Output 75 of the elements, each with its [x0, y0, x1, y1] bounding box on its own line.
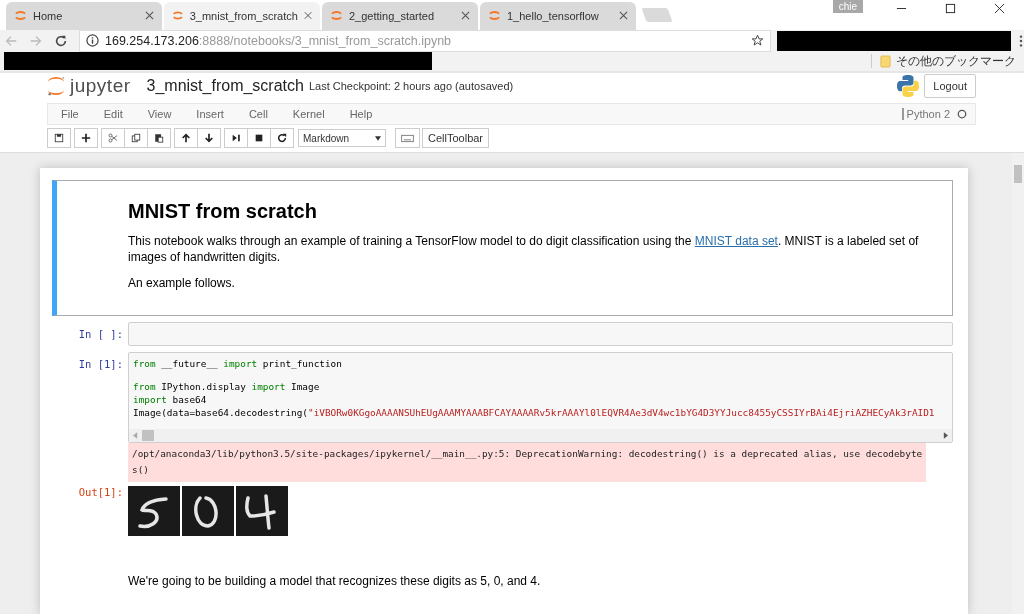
save-icon — [54, 133, 64, 143]
paragraph: An example follows. — [128, 275, 236, 291]
logout-button[interactable]: Logout — [924, 73, 976, 98]
star-icon[interactable] — [751, 34, 764, 48]
menu-item[interactable]: Insert — [196, 108, 224, 121]
warning-output: /opt/anaconda3/lib/python3.5/site-packages/ipykernel/__main__.py:5: DeprecationWarning: decodestring() is a deprecated alias, use decodebytes() — [128, 443, 927, 482]
menu-icon[interactable] — [1019, 33, 1023, 48]
paragraph: We're going to be building a model that recognizes these digits as 5, 0, and 4. — [128, 573, 542, 589]
code-line: from IPython.display import Image — [133, 380, 321, 393]
keyboard-icon — [401, 133, 414, 143]
heading: MNIST from scratch — [128, 200, 318, 223]
checkpoint-status: Last Checkpoint: 2 hours ago (autosaved) — [308, 79, 514, 92]
maximize-icon[interactable] — [945, 3, 956, 14]
move-up-icon — [181, 133, 191, 143]
address-bar[interactable]: 169.254.173.206:8888/notebooks/3_mnist_from_scratch.ipynb — [79, 29, 771, 52]
code-line: Image(data=base64.decodestring("iVBORw0KGgoAAAANSUhEUgAAAMYAAABFCAYAAAARv5krAAAYl0lEQVR4Ae3dV4wc1bYG4D3YYJucc8455yCSSIYrBAi4EjriAZHECyAk3rAID1 — [133, 406, 936, 419]
input-prompt: In [1]: — [77, 357, 124, 372]
input-prompt: In [ ]: — [77, 327, 124, 342]
paste-button[interactable] — [147, 128, 171, 148]
kernel-name: Python 2 — [901, 108, 950, 121]
browser-tab[interactable]: 2_getting_started — [322, 1, 478, 30]
browser-tab[interactable]: 3_mnist_from_scratch — [164, 1, 320, 30]
jupyter-logo-icon — [488, 9, 501, 23]
celltoolbar-button[interactable]: CellToolbar — [422, 128, 490, 148]
save-button[interactable] — [47, 128, 71, 148]
restart-button[interactable] — [270, 128, 294, 148]
code-line: import base64 — [133, 393, 208, 406]
notebook-title[interactable]: 3_mnist_from_scratch — [146, 76, 304, 95]
menu-item[interactable]: Kernel — [292, 108, 325, 121]
jupyter-logo-icon — [14, 9, 27, 23]
menu-item[interactable]: Cell — [248, 108, 268, 121]
cell-type-dropdown[interactable]: Markdown — [298, 129, 386, 147]
add-cell-button[interactable] — [74, 128, 98, 148]
move-down-icon — [204, 133, 214, 143]
paste-icon — [154, 133, 164, 143]
restart-icon — [277, 133, 287, 143]
menu-item[interactable]: View — [147, 108, 172, 121]
caret-icon — [375, 135, 381, 141]
paragraph: This notebook walks through an example of training a TensorFlow model to do digit classification using the MNIST data set. MNIST is a labeled set of images of handwritten digits. — [128, 233, 920, 265]
scrollbar-thumb[interactable] — [142, 430, 154, 441]
reload-icon[interactable] — [54, 33, 68, 48]
browser-tab[interactable]: 1_hello_tensorflow — [480, 1, 636, 30]
scroll-right-icon[interactable] — [943, 432, 948, 439]
url-text: 169.254.173.206:8888/notebooks/3_mnist_from_scratch.ipynb — [105, 33, 453, 48]
close-icon[interactable] — [994, 3, 1005, 14]
code-editor[interactable] — [128, 352, 953, 443]
move-up-button[interactable] — [174, 128, 198, 148]
bookmark-folder[interactable]: その他のブックマーク — [880, 52, 1016, 70]
menu-item[interactable]: Edit — [103, 108, 123, 121]
run-icon — [231, 133, 241, 143]
stop-button[interactable] — [247, 128, 271, 148]
cut-icon — [108, 133, 118, 143]
info-icon — [86, 34, 99, 48]
markdown-cell[interactable] — [52, 180, 953, 316]
markdown-cell[interactable]: We're going to be building a model that recognizes these digits as 5, 0, and 4. — [52, 558, 953, 614]
keyboard-button[interactable] — [395, 128, 420, 148]
add-cell-icon — [81, 133, 91, 143]
copy-button[interactable] — [124, 128, 148, 148]
browser-tab[interactable]: Home — [6, 1, 162, 30]
menu-item[interactable]: Help — [349, 108, 373, 121]
kernel-idle-icon — [957, 109, 967, 120]
folder-icon — [880, 54, 891, 68]
copy-icon — [131, 133, 141, 143]
dataset-link[interactable]: MNIST data set — [694, 234, 778, 248]
horizontal-scrollbar[interactable] — [129, 429, 952, 442]
python-logo-icon — [896, 73, 921, 98]
move-down-button[interactable] — [197, 128, 221, 148]
stop-icon — [254, 133, 264, 143]
jupyter-logo-icon[interactable] — [46, 74, 66, 97]
logo-text: jupyter — [70, 74, 131, 97]
jupyter-logo-icon — [330, 9, 343, 23]
output-prompt: Out[1]: — [77, 485, 124, 500]
menu-item[interactable]: File — [61, 108, 79, 121]
run-button[interactable] — [224, 128, 248, 148]
code-line: from __future__ import print_function — [133, 357, 343, 370]
